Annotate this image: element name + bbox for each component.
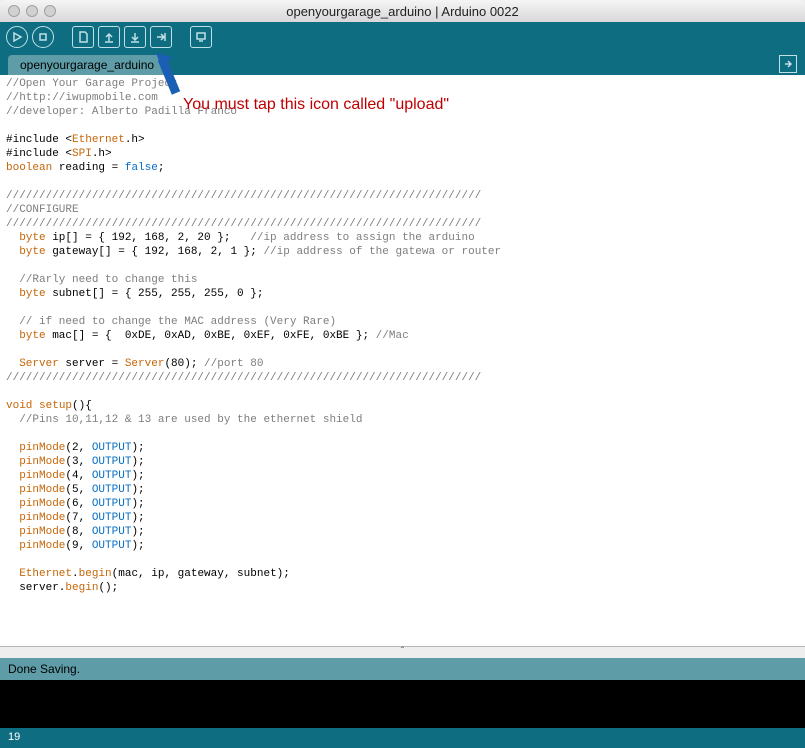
serial-monitor-button[interactable] — [190, 26, 212, 48]
code-editor[interactable]: //Open Your Garage Project //http://iwup… — [0, 75, 805, 646]
toolbar — [0, 22, 805, 52]
arrow-right-icon — [782, 58, 794, 70]
status-bar: Done Saving. — [0, 658, 805, 680]
footer-bar: 19 — [0, 728, 805, 748]
minimize-window-button[interactable] — [26, 5, 38, 17]
arrow-up-icon — [102, 30, 116, 44]
line-number: 19 — [8, 731, 20, 743]
window-controls — [0, 5, 56, 17]
serial-monitor-icon — [194, 30, 208, 44]
arrow-down-icon — [128, 30, 142, 44]
tab-bar: openyourgarage_arduino — [0, 52, 805, 75]
open-button[interactable] — [98, 26, 120, 48]
new-button[interactable] — [72, 26, 94, 48]
tab-sketch[interactable]: openyourgarage_arduino — [8, 55, 166, 75]
stop-icon — [36, 30, 50, 44]
titlebar: openyourgarage_arduino | Arduino 0022 — [0, 0, 805, 22]
code-content: //Open Your Garage Project //http://iwup… — [0, 75, 805, 597]
arduino-window: openyourgarage_arduino | Arduino 0022 op… — [0, 0, 805, 748]
stop-button[interactable] — [32, 26, 54, 48]
close-window-button[interactable] — [8, 5, 20, 17]
tab-menu-button[interactable] — [779, 55, 797, 73]
status-message: Done Saving. — [8, 662, 80, 676]
play-icon — [10, 30, 24, 44]
console-output[interactable] — [0, 680, 805, 728]
upload-icon — [154, 30, 168, 44]
save-button[interactable] — [124, 26, 146, 48]
verify-button[interactable] — [6, 26, 28, 48]
zoom-window-button[interactable] — [44, 5, 56, 17]
upload-button[interactable] — [150, 26, 172, 48]
new-file-icon — [76, 30, 90, 44]
split-handle[interactable]: ˆ — [0, 646, 805, 658]
window-title: openyourgarage_arduino | Arduino 0022 — [0, 4, 805, 19]
